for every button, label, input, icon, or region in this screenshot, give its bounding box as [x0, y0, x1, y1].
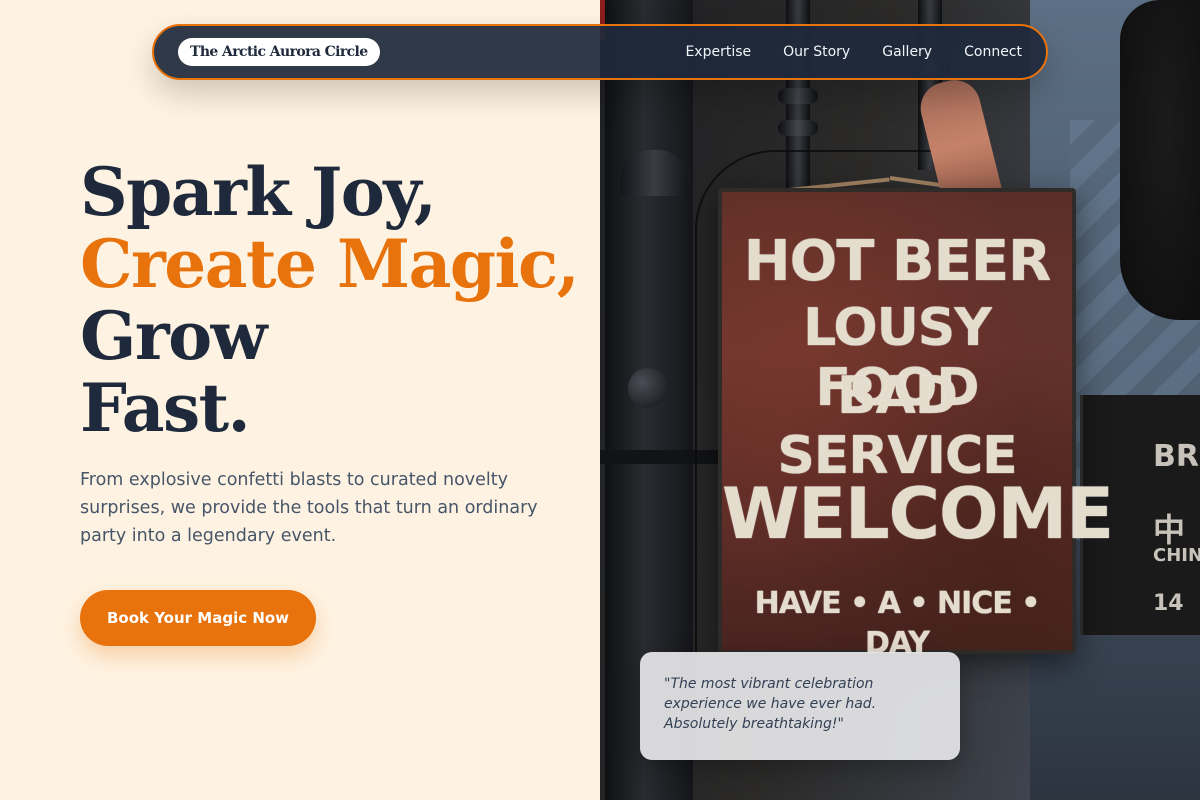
sign-line-1: Hot Beer: [743, 229, 1051, 294]
photo-baluster-ring: [778, 88, 818, 104]
bar-sign-text: CHINE: [1153, 545, 1200, 566]
bar-sign-text: BRE: [1153, 439, 1200, 474]
photo-black-plush: [1120, 0, 1200, 320]
nav-link-gallery[interactable]: Gallery: [882, 44, 932, 60]
brand-logo[interactable]: The Arctic Aurora Circle: [178, 38, 380, 66]
bar-sign-text: 14: [1153, 591, 1184, 616]
nav-links: Expertise Our Story Gallery Connect: [685, 44, 1022, 60]
hero-title-line-1: Spark Joy,: [80, 153, 437, 231]
nav-link-expertise[interactable]: Expertise: [685, 44, 751, 60]
testimonial-card: "The most vibrant celebration experience…: [640, 652, 960, 760]
hero-title: Spark Joy, Create Magic, Grow Fast.: [80, 156, 580, 444]
nav-link-connect[interactable]: Connect: [964, 44, 1022, 60]
photo-welcome-sign: Hot Beer Lousy Food Bad Service Welcome …: [718, 188, 1114, 661]
book-magic-button[interactable]: Book Your Magic Now: [80, 590, 316, 646]
sign-line-4: Welcome: [722, 473, 1114, 555]
hero-title-line-3: Grow: [80, 297, 267, 375]
sign-line-3: Bad Service: [777, 366, 1017, 486]
photo-post-cap: [620, 150, 688, 196]
hero-title-accent: Create Magic,: [80, 225, 580, 303]
top-nav: The Arctic Aurora Circle Expertise Our S…: [152, 24, 1048, 80]
photo-baluster-ring: [778, 120, 818, 136]
photo-post-knob: [628, 368, 668, 408]
hero-subtitle: From explosive confetti blasts to curate…: [80, 470, 538, 546]
nav-link-our-story[interactable]: Our Story: [783, 44, 850, 60]
hero-title-line-4: Fast.: [80, 369, 251, 447]
